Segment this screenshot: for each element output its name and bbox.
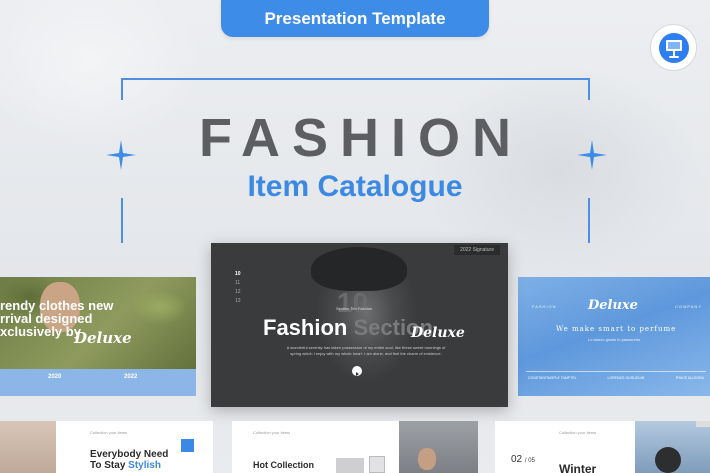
slide-footer: CONSTANTINOPLE TAMPTEL LORENZO GUGLIELMI… [528,376,704,380]
slide-title-main: Fashion [263,315,348,340]
main-subtitle: Item Catalogue [247,170,463,203]
section-label: Section Ten Fashion [336,306,373,311]
page-number: 02 / 05 [511,454,535,465]
brand-logo: Deluxe [411,325,465,341]
slide-thumbnail-bottom-2[interactable]: Collection your items Hot Collection [232,421,478,473]
hat-shape [311,247,407,291]
footer-item: LORENZO GUGLIELMI [607,376,645,380]
slide-footer-bar [0,369,196,396]
play-icon[interactable] [352,366,362,376]
title-frame-right [588,198,590,243]
section-number: 13 [235,298,241,304]
title-frame-top [121,78,590,100]
brand-logo: Deluxe [74,329,132,347]
model-head [418,448,436,470]
slide-title: Fashion Section [263,315,433,341]
section-number-list: 10 11 12 13 [235,270,241,306]
headline-text: To Stay [90,460,126,471]
slide-thumbnail-bottom-3[interactable]: 02 / 05 Collection your items Winter [495,421,710,473]
model-photo [399,421,478,473]
keynote-icon [650,24,697,71]
slide-thumbnail-center[interactable]: 2022 Signature 10 11 12 13 10 Section Te… [211,243,508,407]
year-label: 2022 [124,374,138,380]
product-photo [336,458,364,473]
slide-caption: Collection your items [90,430,128,435]
footer-item: TRACE ALLEGRA [675,376,704,380]
header-right-label: COMPANY [675,304,702,309]
footer-item: CONSTANTINOPLE TAMPTEL [528,376,577,380]
slide-headline: Everybody Need To Stay Stylish [90,449,168,471]
header-left-label: FASHION [532,304,557,309]
slide-thumbnail-right[interactable]: FASHION COMPANY Deluxe We make smart to … [518,277,710,396]
slide-thumbnail-bottom-1[interactable]: Collection your items Everybody Need To … [0,421,213,473]
corner-tab [696,421,710,427]
slide-headline: Hot Collection [253,460,314,470]
slide-caption: Lo sfarzo giusto in passerella [588,337,640,342]
accent-square [181,439,194,452]
slide-paragraph: A wonderful serenity has taken possessio… [286,345,446,356]
page-number-total: / 05 [524,458,535,464]
section-number: 12 [235,289,241,295]
slide-tagline: We make smart to perfume [556,325,677,333]
brand-logo: Deluxe [588,298,638,313]
slide-thumbnail-left[interactable]: rendy clothes new rrival designed xclusi… [0,277,196,396]
divider [526,371,706,372]
signature-label: 2022 Signature [454,245,500,255]
page-number-current: 02 [511,454,523,465]
sparkle-star-icon [106,140,136,170]
slide-caption: Collection your items [253,430,291,435]
slide-caption: Collection your items [559,430,597,435]
product-photo [369,456,385,473]
title-frame-left [121,198,123,243]
model-photo [0,421,56,473]
presentation-template-badge: Presentation Template [221,0,489,37]
model-head [655,447,681,473]
section-number: 10 [235,271,241,277]
headline-line: To Stay Stylish [90,460,168,471]
slide-headline: Winter [559,462,597,473]
section-number: 11 [235,280,241,286]
sparkle-star-icon [577,140,607,170]
year-label: 2020 [48,374,62,380]
headline-line: Everybody Need [90,449,169,460]
headline-accent: Stylish [128,460,161,471]
